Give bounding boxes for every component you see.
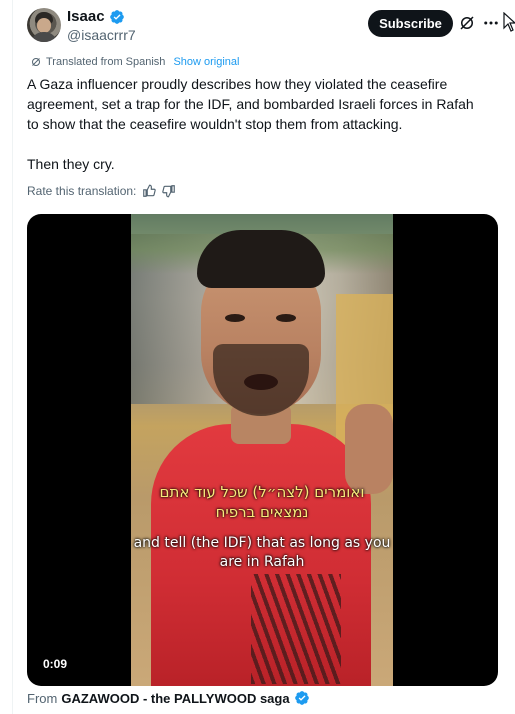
timeline-divider [12,0,13,714]
english-subtitle-line-1: and tell (the IDF) that as long as you [133,535,391,551]
mouse-cursor-icon [503,12,515,32]
hebrew-subtitle-line-1: ואומרים (לצה״ל) שכל עוד אתם [159,483,365,501]
thumbs-down-icon[interactable] [162,184,176,198]
thumbs-up-icon[interactable] [142,184,157,198]
person-right-eye [276,314,296,322]
more-icon[interactable] [482,14,500,32]
shirt-pattern [251,574,341,684]
rate-translation-row: Rate this translation: [27,184,176,198]
video-player[interactable]: ואומרים (לצה״ל) שכל עוד אתם נמצאים ברפיח… [27,214,498,686]
avatar-body [31,32,57,42]
translation-notice: Translated from Spanish Show original [30,56,239,68]
translated-from-label: Translated from Spanish [46,56,166,68]
author-display-name[interactable]: Isaac [67,8,105,25]
source-account-link[interactable]: GAZAWOOD - the PALLYWOOD saga [61,691,289,706]
person-hair [197,230,325,288]
person-left-eye [225,314,245,322]
english-subtitle: and tell (the IDF) that as long as you a… [131,534,393,572]
video-frame[interactable]: ואומרים (לצה״ל) שכל עוד אתם נמצאים ברפיח… [131,214,393,686]
rate-translation-label: Rate this translation: [27,184,137,198]
tweet-paragraph-2: Then they cry. [27,156,115,172]
video-duration-badge: 0:09 [35,654,76,674]
person-mouth [244,374,278,390]
media-attribution: From GAZAWOOD - the PALLYWOOD saga [27,690,310,706]
grok-icon[interactable] [458,14,476,32]
tweet-text: A Gaza influencer proudly describes how … [27,74,487,174]
author-handle[interactable]: @isaacrrr7 [67,27,136,43]
hebrew-subtitle-line-2: נמצאים ברפיח [215,503,309,521]
from-label: From [27,690,58,706]
verified-badge-icon[interactable] [109,9,125,25]
english-subtitle-line-2: are in Rafah [219,554,305,570]
hebrew-subtitle: ואומרים (לצה״ל) שכל עוד אתם נמצאים ברפיח [131,482,393,522]
show-original-link[interactable]: Show original [173,56,239,68]
tweet-paragraph-1: A Gaza influencer proudly describes how … [27,76,474,132]
translate-icon [32,58,40,66]
author-name-row: Isaac [67,8,125,25]
person-hand [345,404,393,494]
tweet-header: Isaac @isaacrrr7 Subscribe [27,8,515,48]
avatar-face [37,18,51,33]
author-avatar[interactable] [27,8,61,42]
subscribe-button[interactable]: Subscribe [368,10,453,37]
source-verified-badge-icon [294,691,309,705]
